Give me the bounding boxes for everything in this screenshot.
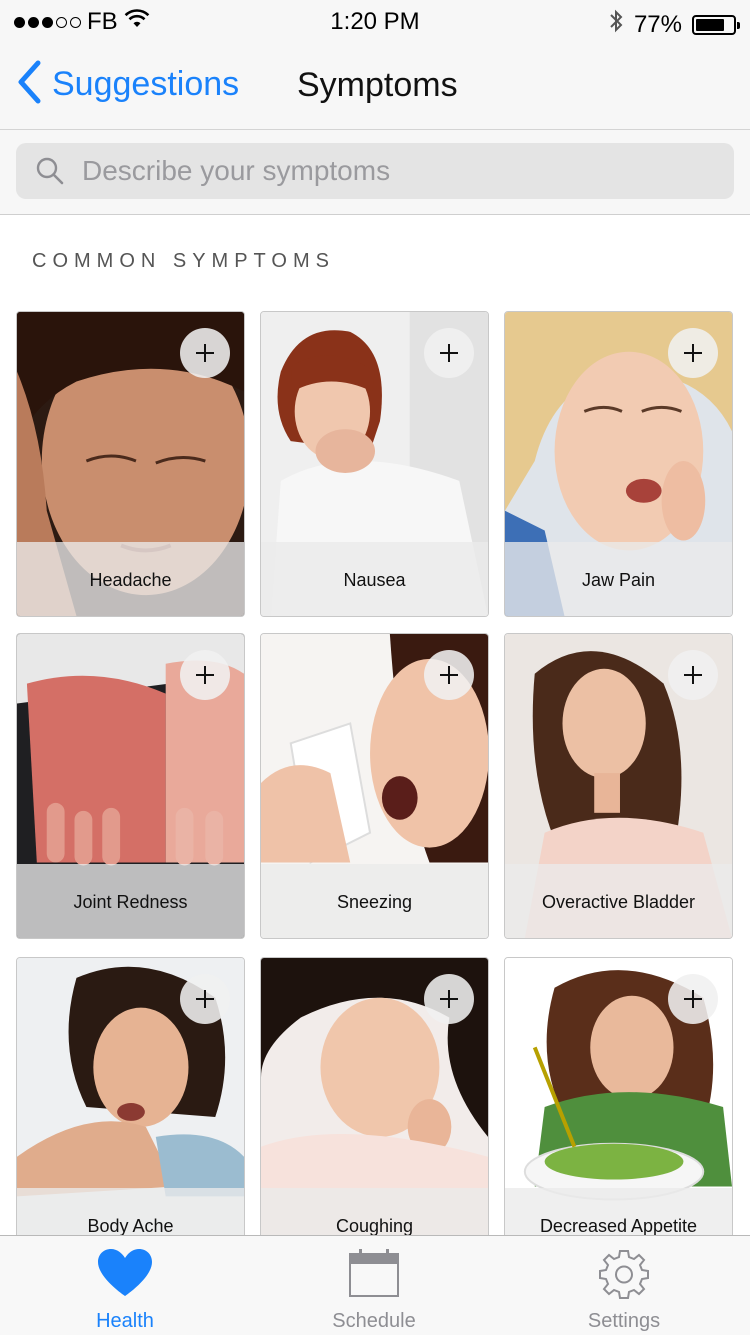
heart-icon	[0, 1248, 250, 1298]
add-symptom-button[interactable]	[668, 328, 718, 378]
battery-icon	[692, 14, 740, 35]
symptom-card-body-ache[interactable]: Body Ache	[16, 957, 245, 1235]
symptom-card-jaw-pain[interactable]: Jaw Pain	[504, 311, 733, 617]
plus-icon	[196, 344, 214, 362]
tab-label: Health	[96, 1310, 154, 1332]
add-symptom-button[interactable]	[424, 974, 474, 1024]
tab-schedule[interactable]: Schedule	[249, 1236, 499, 1335]
bluetooth-icon	[608, 8, 624, 41]
back-button-label: Suggestions	[52, 65, 240, 103]
calendar-icon	[249, 1248, 499, 1298]
plus-icon	[440, 990, 458, 1008]
symptom-card-joint-redness[interactable]: Joint Redness	[16, 633, 245, 939]
plus-icon	[440, 344, 458, 362]
symptom-card-coughing[interactable]: Coughing	[260, 957, 489, 1235]
symptom-label: Nausea	[261, 542, 488, 616]
symptom-label: Joint Redness	[17, 864, 244, 938]
tab-bar: Health Schedule Settings	[0, 1235, 750, 1335]
plus-icon	[684, 666, 702, 684]
symptom-label: Sneezing	[261, 864, 488, 938]
add-symptom-button[interactable]	[424, 650, 474, 700]
tab-settings[interactable]: Settings	[499, 1236, 749, 1335]
add-symptom-button[interactable]	[668, 974, 718, 1024]
symptom-grid: Headache Nausea Jaw Pain Joint Redness S…	[16, 311, 734, 1235]
status-right: 77%	[608, 8, 740, 41]
tab-label: Schedule	[332, 1310, 416, 1332]
search-icon	[36, 157, 64, 185]
gear-icon	[499, 1248, 749, 1300]
plus-icon	[196, 990, 214, 1008]
symptom-label: Body Ache	[17, 1188, 244, 1235]
navigation-bar: Suggestions Symptoms	[0, 40, 750, 130]
add-symptom-button[interactable]	[424, 328, 474, 378]
symptom-label: Coughing	[261, 1188, 488, 1235]
symptom-label: Jaw Pain	[505, 542, 732, 616]
chevron-left-icon	[16, 60, 42, 109]
search-box[interactable]	[16, 143, 734, 199]
add-symptom-button[interactable]	[180, 328, 230, 378]
page-title: Symptoms	[297, 66, 458, 104]
symptom-card-sneezing[interactable]: Sneezing	[260, 633, 489, 939]
symptom-card-overactive-bladder[interactable]: Overactive Bladder	[504, 633, 733, 939]
add-symptom-button[interactable]	[668, 650, 718, 700]
plus-icon	[440, 666, 458, 684]
status-bar: FB 1:20 PM 77%	[0, 0, 750, 40]
symptom-label: Decreased Appetite	[505, 1188, 732, 1235]
symptom-card-decreased-appetite[interactable]: Decreased Appetite	[504, 957, 733, 1235]
symptom-label: Headache	[17, 542, 244, 616]
plus-icon	[196, 666, 214, 684]
search-input[interactable]	[80, 154, 684, 188]
search-area	[0, 130, 750, 215]
plus-icon	[684, 990, 702, 1008]
battery-percent: 77%	[633, 10, 682, 38]
tab-label: Settings	[587, 1310, 661, 1332]
symptom-label: Overactive Bladder	[505, 864, 732, 938]
symptom-card-nausea[interactable]: Nausea	[260, 311, 489, 617]
back-button[interactable]: Suggestions	[16, 60, 239, 109]
symptom-card-headache[interactable]: Headache	[16, 311, 245, 617]
tab-health[interactable]: Health	[0, 1236, 250, 1335]
add-symptom-button[interactable]	[180, 974, 230, 1024]
section-title: COMMON SYMPTOMS	[32, 250, 335, 272]
add-symptom-button[interactable]	[180, 650, 230, 700]
plus-icon	[684, 344, 702, 362]
